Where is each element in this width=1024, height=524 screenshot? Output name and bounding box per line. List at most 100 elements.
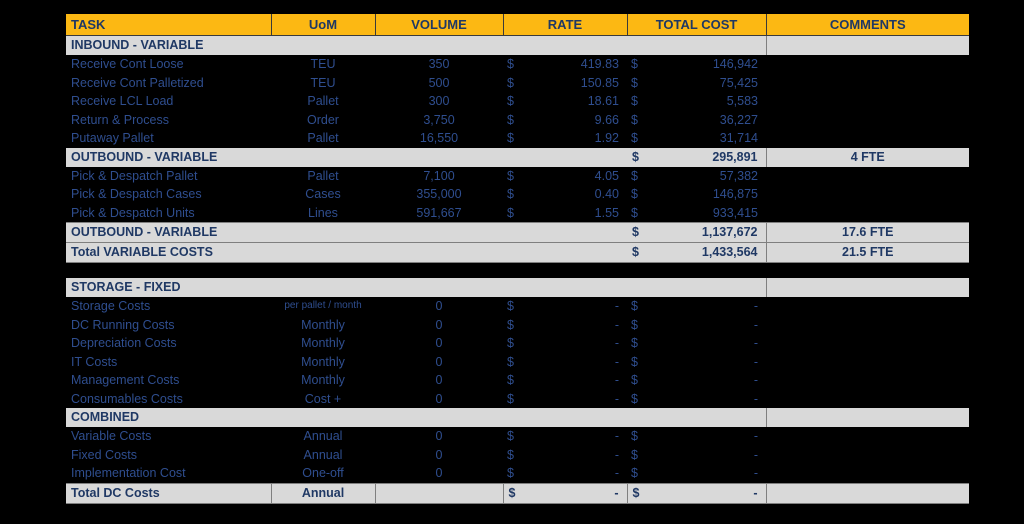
cell-rate-symbol: $ <box>503 297 529 316</box>
table-row[interactable]: Variable Costs Annual 0 $ - $ - <box>66 427 969 446</box>
table-row[interactable]: Implementation Cost One-off 0 $ - $ - <box>66 464 969 483</box>
table-row[interactable]: IT Costs Monthly 0 $ - $ - <box>66 352 969 371</box>
cell-task: Storage Costs <box>66 297 271 316</box>
cell-task: DC Running Costs <box>66 315 271 334</box>
table-row[interactable]: Consumables Costs Cost +0 $ - $ - <box>66 389 969 408</box>
cell-total-cost-symbol: $ <box>627 166 653 185</box>
cell-total-cost-value: 933,415 <box>653 203 766 223</box>
cell-uom: Pallet <box>271 129 375 148</box>
cell-rate-symbol: $ <box>503 352 529 371</box>
section-band-comments: 4 FTE <box>765 147 969 167</box>
cell-task: Receive Cont Loose <box>66 55 271 74</box>
column-header-uom[interactable]: UoM <box>271 14 376 36</box>
cell-comments <box>766 166 969 185</box>
cell-total-cost-value: 5,583 <box>653 92 766 111</box>
cell-volume: 0 <box>375 334 503 353</box>
table-row[interactable]: Receive Cont Loose TEU 350 $419.83 $146,942 <box>66 55 969 74</box>
cell-rate-value: - <box>529 315 627 334</box>
cell-rate-value: 4.05 <box>529 166 627 185</box>
cell-task: Variable Costs <box>66 427 271 446</box>
cell-volume: 0 <box>375 371 503 390</box>
cell-total-cost-symbol: $ <box>627 185 653 204</box>
cell-comments <box>766 110 969 129</box>
table-row[interactable]: Receive LCL Load Pallet 300 $18.61 $5,583 <box>66 92 969 111</box>
cell-task: Receive Cont Palletized <box>66 73 271 92</box>
cell-volume: 0 <box>375 315 503 334</box>
cell-uom: Lines <box>271 203 375 223</box>
cell-rate-symbol: $ <box>503 315 529 334</box>
table-row[interactable]: Putaway Pallet Pallet 16,550 $1.92 $31,714 <box>66 129 969 148</box>
cell-comments <box>766 427 969 446</box>
cell-uom: TEU <box>271 73 375 92</box>
cell-total-cost-value: - <box>653 315 766 334</box>
table-row[interactable]: Pick & Despatch Units Lines 591,667 $1.55 $9… <box>66 203 969 223</box>
cell-task: Receive LCL Load <box>66 92 271 111</box>
table-row[interactable]: Pick & Despatch Pallet Pallet 7,100 $4.05 $5… <box>66 166 969 185</box>
table-row[interactable]: Storage Costs per pallet / month 0 $ - $ - <box>66 297 969 316</box>
cell-rate-value: - <box>529 464 627 483</box>
section-band-row: COMBINED <box>66 408 969 427</box>
cell-comments <box>765 482 969 504</box>
table-row[interactable]: Return & Process Order 3,750 $9.66 $36,227 <box>66 110 969 129</box>
cell-total-cost-value: - <box>653 352 766 371</box>
cell-total-cost-symbol: $ <box>627 55 653 74</box>
cell-uom: per pallet / month <box>271 297 375 316</box>
cell-comments <box>766 297 969 316</box>
cell-total-cost-symbol: $ <box>627 334 653 353</box>
section-band-total-symbol: $ <box>627 242 653 263</box>
cell-total-cost-value: 36,227 <box>653 110 766 129</box>
cell-total-cost-value: - <box>653 445 766 464</box>
cell-total-cost-symbol: $ <box>627 110 653 129</box>
cell-uom: Monthly <box>271 352 375 371</box>
section-band-total-symbol <box>627 35 653 55</box>
table-row[interactable]: Management Costs Monthly 0 $ - $ - <box>66 371 969 390</box>
cell-total-cost-symbol: $ <box>627 371 653 390</box>
cell-rate-symbol: $ <box>503 166 529 185</box>
cell-uom: Pallet <box>271 166 375 185</box>
cell-total-cost-symbol: $ <box>626 482 653 504</box>
cell-uom: TEU <box>271 55 375 74</box>
cell-comments <box>766 334 969 353</box>
cell-comments <box>766 445 969 464</box>
table-row[interactable]: Depreciation Costs Monthly 0 $ - $ - <box>66 334 969 353</box>
cell-uom: Order <box>271 110 375 129</box>
cell-total-cost-symbol: $ <box>627 315 653 334</box>
cell-rate-symbol: $ <box>503 445 529 464</box>
cell-total-cost-value: - <box>653 464 766 483</box>
cell-total-cost-symbol: $ <box>627 297 653 316</box>
cell-volume: 500 <box>375 73 503 92</box>
section-band-row: Total VARIABLE COSTS $1,433,564 21.5 FTE <box>66 242 969 263</box>
table-row[interactable]: DC Running Costs Monthly 0 $ - $ - <box>66 315 969 334</box>
cell-total-cost-value: 57,382 <box>653 166 766 185</box>
column-header-volume[interactable]: VOLUME <box>375 14 504 36</box>
cell-total-cost-symbol: $ <box>627 92 653 111</box>
cell-rate-value: 0.40 <box>529 185 627 204</box>
table-row[interactable]: Fixed Costs Annual 0 $ - $ - <box>66 445 969 464</box>
cell-rate-value: - <box>529 352 627 371</box>
column-header-rate[interactable]: RATE <box>503 14 628 36</box>
cell-uom: Annual <box>270 482 375 504</box>
cell-comments <box>766 92 969 111</box>
spacer-row <box>66 262 969 278</box>
cell-uom: Pallet <box>271 92 375 111</box>
column-header-total-cost[interactable]: TOTAL COST <box>627 14 767 36</box>
cell-rate-symbol: $ <box>503 427 529 446</box>
cell-comments <box>766 55 969 74</box>
cell-rate-value: 9.66 <box>529 110 627 129</box>
cell-total-cost-symbol: $ <box>627 203 653 223</box>
column-header-task[interactable]: TASK <box>66 14 272 36</box>
cell-volume: 0 <box>375 427 503 446</box>
cell-total-cost-value: - <box>653 334 766 353</box>
cell-task: IT Costs <box>66 352 271 371</box>
cell-comments <box>766 203 969 223</box>
column-header-comments[interactable]: COMMENTS <box>766 14 969 36</box>
cell-volume: 300 <box>375 92 503 111</box>
cell-uom: One-off <box>271 464 375 483</box>
table-row[interactable]: Pick & Despatch Cases Cases 355,000 $0.40 $1… <box>66 185 969 204</box>
cost-table: TASK UoM VOLUME RATE TOTAL COST COMMENTS INBOU… <box>66 14 969 504</box>
cell-rate-symbol: $ <box>503 389 529 408</box>
cell-comments <box>766 371 969 390</box>
cell-comments <box>766 389 969 408</box>
table-row[interactable]: Receive Cont Palletized TEU 500 $150.85 $75,… <box>66 73 969 92</box>
cell-total-cost-symbol: $ <box>627 464 653 483</box>
